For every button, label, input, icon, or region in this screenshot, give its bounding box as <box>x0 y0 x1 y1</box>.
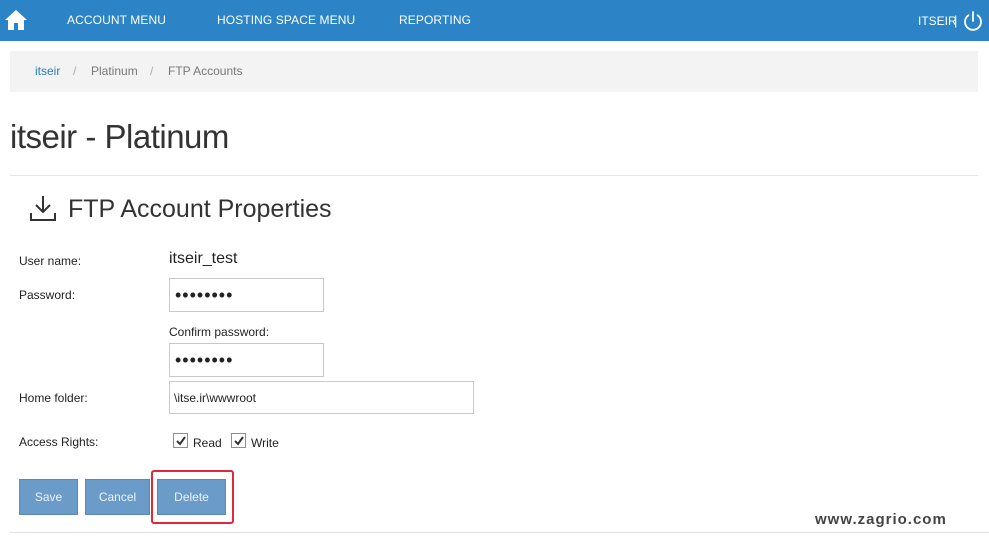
section-title: FTP Account Properties <box>68 195 332 223</box>
nav-reporting[interactable]: REPORTING <box>399 13 471 27</box>
password-input[interactable] <box>169 278 324 312</box>
top-navbar: ACCOUNT MENU HOSTING SPACE MENU REPORTIN… <box>0 0 989 41</box>
save-button[interactable]: Save <box>19 479 78 515</box>
nav-account-menu[interactable]: ACCOUNT MENU <box>67 13 166 27</box>
username-value: itseir_test <box>169 250 238 267</box>
home-icon[interactable] <box>4 8 28 32</box>
nav-user-name[interactable]: ITSEIR <box>918 14 957 28</box>
nav-hosting-space-menu[interactable]: HOSTING SPACE MENU <box>217 13 355 27</box>
checkmark-icon <box>176 436 186 446</box>
breadcrumb-separator: / <box>150 64 154 78</box>
breadcrumb-item-platinum[interactable]: Platinum <box>91 64 138 78</box>
home-folder-label: Home folder: <box>19 391 88 405</box>
page-title: itseir - Platinum <box>10 118 229 155</box>
write-checkbox-label[interactable]: Write <box>251 436 279 450</box>
power-icon[interactable] <box>962 10 984 32</box>
watermark: www.zagrio.com <box>815 511 947 528</box>
username-label: User name: <box>19 254 82 268</box>
write-checkbox[interactable] <box>231 433 246 448</box>
download-icon <box>30 196 56 221</box>
confirm-password-input[interactable] <box>169 343 324 377</box>
nav-separator: | <box>954 13 958 28</box>
breadcrumb-item-ftp-accounts: FTP Accounts <box>168 64 243 78</box>
breadcrumb-item-itseir[interactable]: itseir <box>35 64 60 78</box>
checkmark-icon <box>234 436 244 446</box>
home-folder-input[interactable] <box>169 381 474 414</box>
password-label: Password: <box>19 288 76 302</box>
access-rights-label: Access Rights: <box>19 435 99 449</box>
breadcrumb-separator: / <box>73 64 77 78</box>
title-divider <box>10 175 978 176</box>
breadcrumb: itseir / Platinum / FTP Accounts <box>10 51 978 92</box>
bottom-divider <box>10 532 989 533</box>
confirm-password-label: Confirm password: <box>169 325 270 339</box>
read-checkbox-label[interactable]: Read <box>193 436 222 450</box>
cancel-button[interactable]: Cancel <box>85 479 150 515</box>
read-checkbox[interactable] <box>173 433 188 448</box>
delete-highlight-box <box>151 470 234 524</box>
